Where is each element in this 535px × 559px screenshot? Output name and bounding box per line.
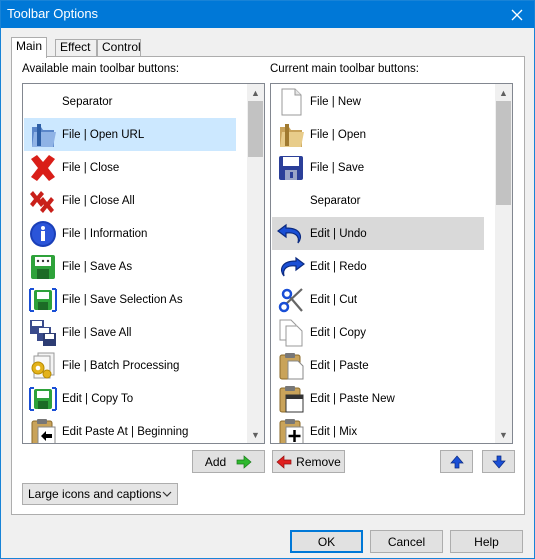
close-all-icon bbox=[27, 185, 59, 217]
list-item[interactable]: Edit | Paste bbox=[272, 349, 484, 382]
icon-style-value: Large icons and captions bbox=[28, 487, 162, 501]
scissors-icon bbox=[275, 284, 307, 316]
copy-to-icon bbox=[27, 383, 59, 415]
save-all-icon bbox=[27, 317, 59, 349]
list-item[interactable]: File | Batch Processing bbox=[24, 349, 236, 382]
main-tab-panel: Available main toolbar buttons: Current … bbox=[11, 56, 525, 515]
undo-icon bbox=[275, 218, 307, 250]
scroll-down-arrow-icon[interactable]: ▼ bbox=[495, 426, 512, 443]
arrow-up-icon bbox=[449, 454, 464, 468]
scrollbar-thumb[interactable] bbox=[248, 101, 263, 157]
list-item[interactable]: Edit | Cut bbox=[272, 283, 484, 316]
list-item[interactable]: Edit | Copy To bbox=[24, 382, 236, 415]
ok-button[interactable]: OK bbox=[290, 530, 363, 553]
remove-button-label: Remove bbox=[296, 454, 341, 469]
current-list-scrollbar[interactable]: ▲ ▼ bbox=[495, 84, 512, 443]
save-icon bbox=[275, 152, 307, 184]
current-buttons-label: Current main toolbar buttons: bbox=[270, 63, 419, 75]
batch-processing-icon bbox=[27, 350, 59, 382]
open-url-icon bbox=[27, 119, 59, 151]
tab-main[interactable]: Main bbox=[11, 37, 47, 58]
list-item[interactable]: Separator bbox=[24, 85, 236, 118]
list-item[interactable]: Edit Paste At | Beginning bbox=[24, 415, 236, 443]
paste-at-beginning-icon bbox=[27, 416, 59, 443]
list-item[interactable]: Separator bbox=[272, 184, 484, 217]
tab-control[interactable]: Control bbox=[97, 39, 141, 56]
list-item[interactable]: File | Close bbox=[24, 151, 236, 184]
move-up-button[interactable] bbox=[440, 450, 473, 473]
available-buttons-list[interactable]: Separator File | Open URL File | Close F… bbox=[22, 83, 265, 444]
copy-icon bbox=[275, 317, 307, 349]
close-icon bbox=[511, 9, 523, 20]
window-title: Toolbar Options bbox=[7, 6, 99, 21]
open-folder-icon bbox=[275, 119, 307, 151]
list-item[interactable]: File | Open bbox=[272, 118, 484, 151]
list-item[interactable]: File | Save Selection As bbox=[24, 283, 236, 316]
toolbar-options-dialog: Toolbar Options Main Effect Control Avai… bbox=[0, 0, 535, 559]
list-item[interactable]: File | Close All bbox=[24, 184, 236, 217]
paste-icon bbox=[275, 350, 307, 382]
available-list-scrollbar[interactable]: ▲ ▼ bbox=[247, 84, 264, 443]
arrow-right-icon bbox=[236, 454, 252, 469]
add-button-label: Add bbox=[204, 454, 227, 469]
close-button[interactable] bbox=[500, 1, 534, 28]
current-buttons-list[interactable]: File | New File | Open File | Save Separ… bbox=[270, 83, 513, 444]
scroll-down-arrow-icon[interactable]: ▼ bbox=[247, 426, 264, 443]
list-item[interactable]: Edit | Redo bbox=[272, 250, 484, 283]
arrow-left-icon bbox=[276, 454, 292, 469]
list-item[interactable]: Edit | Mix bbox=[272, 415, 484, 443]
scroll-up-arrow-icon[interactable]: ▲ bbox=[247, 84, 264, 101]
new-file-icon bbox=[275, 86, 307, 118]
list-item[interactable]: File | Save bbox=[272, 151, 484, 184]
list-item[interactable]: File | Save As bbox=[24, 250, 236, 283]
tab-effect[interactable]: Effect bbox=[55, 39, 97, 56]
scrollbar-thumb[interactable] bbox=[496, 101, 511, 205]
scroll-up-arrow-icon[interactable]: ▲ bbox=[495, 84, 512, 101]
list-item[interactable]: File | New bbox=[272, 85, 484, 118]
list-item[interactable]: Edit | Copy bbox=[272, 316, 484, 349]
save-as-icon bbox=[27, 251, 59, 283]
available-buttons-label: Available main toolbar buttons: bbox=[22, 63, 180, 75]
icon-style-dropdown[interactable]: Large icons and captions bbox=[22, 483, 178, 505]
help-button[interactable]: Help bbox=[450, 530, 523, 553]
chevron-down-icon bbox=[162, 491, 172, 497]
add-button[interactable]: Add bbox=[192, 450, 265, 473]
list-item[interactable]: Edit | Paste New bbox=[272, 382, 484, 415]
information-icon bbox=[27, 218, 59, 250]
move-down-button[interactable] bbox=[482, 450, 515, 473]
remove-button[interactable]: Remove bbox=[272, 450, 345, 473]
redo-icon bbox=[275, 251, 307, 283]
cancel-button[interactable]: Cancel bbox=[370, 530, 443, 553]
close-file-icon bbox=[27, 152, 59, 184]
list-item[interactable]: Edit | Undo bbox=[272, 217, 484, 250]
mix-icon bbox=[275, 416, 307, 443]
paste-new-icon bbox=[275, 383, 307, 415]
arrow-down-icon bbox=[491, 455, 506, 469]
list-item[interactable]: File | Save All bbox=[24, 316, 236, 349]
title-bar: Toolbar Options bbox=[1, 1, 534, 28]
list-item[interactable]: File | Information bbox=[24, 217, 236, 250]
list-item[interactable]: File | Open URL bbox=[24, 118, 236, 151]
save-selection-as-icon bbox=[27, 284, 59, 316]
